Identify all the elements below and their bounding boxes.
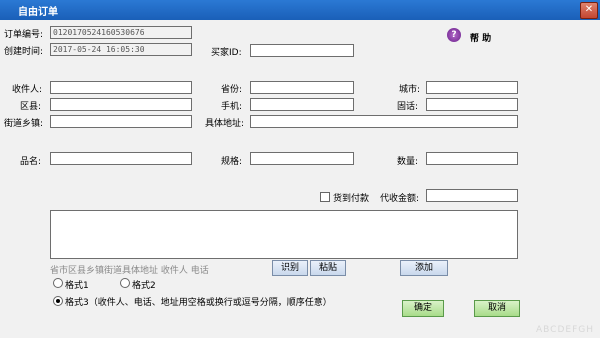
buyer-id-label: 买家ID: (211, 48, 242, 58)
landline-label: 固话: (397, 102, 419, 112)
province-label: 省份: (221, 85, 243, 95)
paste-hint: 省市区县乡镇街道具体地址 收件人 电话 (50, 266, 209, 276)
cod-amount-label: 代收金额: (380, 194, 420, 204)
city-label: 城市: (399, 85, 421, 95)
format1-radio[interactable] (53, 278, 63, 288)
district-input[interactable] (50, 98, 192, 111)
title-bar: 自由订单 ✕ (0, 0, 600, 20)
landline-input[interactable] (426, 98, 518, 111)
cancel-button[interactable]: 取消 (474, 300, 520, 317)
dialog-body: 订单编号: 0120170524160530676 ? 帮 助 创建时间: 20… (0, 20, 600, 338)
format1-label[interactable]: 格式1 (65, 278, 89, 291)
close-button[interactable]: ✕ (580, 2, 598, 19)
spec-label: 规格: (221, 157, 243, 167)
address-label: 具体地址: (205, 119, 245, 129)
help-label[interactable]: 帮 助 (470, 31, 491, 44)
paste-button[interactable]: 粘贴 (310, 260, 346, 276)
format2-label[interactable]: 格式2 (132, 278, 156, 291)
recipient-label: 收件人: (12, 85, 43, 95)
quantity-input[interactable] (426, 152, 518, 165)
province-input[interactable] (250, 81, 354, 94)
street-input[interactable] (50, 115, 192, 128)
created-time-label: 创建时间: (4, 47, 44, 57)
recipient-input[interactable] (50, 81, 192, 94)
order-number-label: 订单编号: (4, 30, 44, 40)
cod-label[interactable]: 货到付款 (333, 191, 369, 204)
format3-radio[interactable] (53, 296, 63, 306)
mobile-input[interactable] (250, 98, 354, 111)
address-input[interactable] (250, 115, 518, 128)
add-button[interactable]: 添加 (400, 260, 448, 276)
quantity-label: 数量: (397, 157, 419, 167)
cod-amount-input[interactable] (426, 189, 518, 202)
watermark: ABCDEFGH (536, 325, 594, 335)
spec-input[interactable] (250, 152, 354, 165)
created-time-field[interactable]: 2017-05-24 16:05:30 (50, 43, 192, 56)
order-number-field[interactable]: 0120170524160530676 (50, 26, 192, 39)
paste-textarea[interactable] (50, 210, 518, 259)
help-icon[interactable]: ? (447, 28, 461, 42)
buyer-id-input[interactable] (250, 44, 354, 57)
confirm-button[interactable]: 确定 (402, 300, 444, 317)
format2-radio[interactable] (120, 278, 130, 288)
product-name-input[interactable] (50, 152, 192, 165)
mobile-label: 手机: (221, 102, 243, 112)
city-input[interactable] (426, 81, 518, 94)
cod-checkbox[interactable] (320, 192, 330, 202)
street-label: 街道乡镇: (4, 119, 44, 129)
district-label: 区县: (20, 102, 42, 112)
format3-label[interactable]: 格式3（收件人、电话、地址用空格或换行或逗号分隔，顺序任意） (65, 295, 332, 308)
recognize-button[interactable]: 识别 (272, 260, 308, 276)
product-name-label: 品名: (20, 157, 42, 167)
window-title: 自由订单 (18, 7, 58, 18)
